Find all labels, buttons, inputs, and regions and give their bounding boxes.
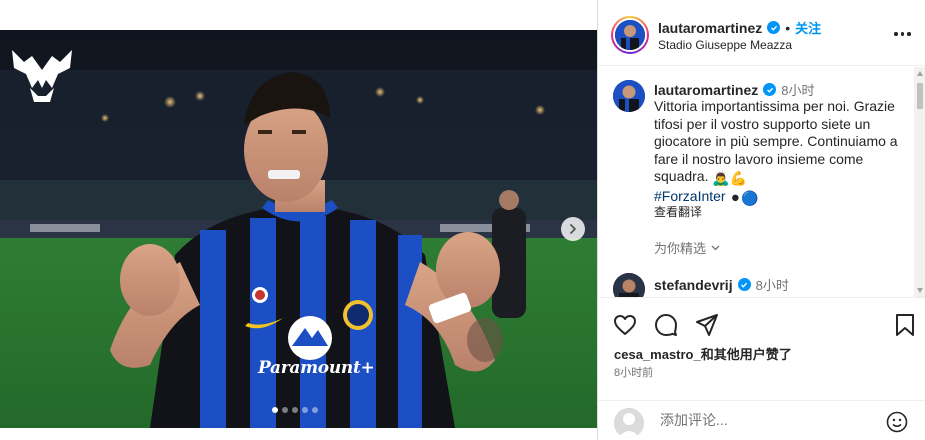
separator-dot: •	[785, 19, 791, 36]
avatar-image	[615, 20, 645, 50]
for-you-toggle[interactable]: 为你精选	[654, 238, 721, 257]
author-username[interactable]: lautaromartinez	[658, 20, 762, 36]
translate-button[interactable]: 查看翻译	[654, 203, 702, 220]
carousel-dot	[282, 407, 288, 413]
current-user-avatar	[614, 408, 644, 438]
comment-time: 8小时	[755, 278, 789, 293]
verified-badge-icon	[763, 83, 777, 96]
hashtag-link[interactable]: #ForzaInter	[654, 188, 726, 204]
follow-button[interactable]: 关注	[795, 18, 821, 37]
author-avatar-ring[interactable]	[611, 16, 649, 54]
author-avatar	[613, 18, 647, 52]
chevron-down-icon	[711, 245, 720, 251]
caption-time: 8小时	[781, 83, 815, 98]
caption-header: lautaromartinez 8小时	[654, 80, 814, 99]
comments-section[interactable]: lautaromartinez 8小时 Vittoria importantis…	[598, 67, 925, 297]
location-link[interactable]: Stadio Giuseppe Meazza	[658, 38, 792, 52]
caption-author-avatar[interactable]	[613, 80, 645, 112]
caption-username[interactable]: lautaromartinez	[654, 82, 758, 98]
chevron-right-icon	[570, 224, 576, 234]
share-send-icon[interactable]	[694, 312, 720, 338]
verified-badge-icon	[737, 278, 751, 291]
sponsor-text: Paramount+	[258, 358, 375, 378]
for-you-label: 为你精选	[654, 241, 707, 256]
post-timestamp: 8小时前	[614, 367, 654, 379]
post-image[interactable]: Paramount+	[0, 30, 597, 428]
comment-input[interactable]	[660, 409, 870, 431]
caption-text-block: Vittoria importantissima per noi. Grazie…	[654, 98, 904, 207]
emoji-picker-icon[interactable]	[886, 411, 908, 433]
more-options-icon[interactable]	[894, 26, 914, 42]
post-actions: cesa_mastro_和其他用户赞了 8小时前	[598, 297, 925, 412]
scroll-thumb[interactable]	[917, 83, 923, 109]
commenter-username[interactable]: stefandevrij	[654, 277, 733, 293]
media-top-margin	[0, 0, 597, 30]
avatar-image	[613, 273, 645, 297]
carousel-indicator	[272, 407, 318, 413]
header-user-row: lautaromartinez • 关注	[658, 18, 821, 37]
brand-logo	[12, 50, 72, 102]
hashtag-emojis: ⚫🔵	[729, 189, 759, 206]
bookmark-save-icon[interactable]	[892, 312, 918, 338]
likes-summary: cesa_mastro_和其他用户赞了	[614, 344, 792, 363]
add-comment-bar	[598, 400, 925, 440]
scroll-down-arrow-icon[interactable]	[917, 288, 923, 293]
commenter-avatar[interactable]	[613, 273, 645, 297]
media-bottom-margin	[0, 428, 597, 440]
carousel-dot	[312, 407, 318, 413]
caption-emojis: 🙇‍♂️💪	[712, 170, 748, 186]
like-heart-icon[interactable]	[612, 312, 638, 338]
caption-text: Vittoria importantissima per noi. Grazie…	[654, 98, 898, 184]
carousel-dot-active	[272, 407, 278, 413]
verified-badge-icon	[767, 21, 781, 34]
liked-by-others-link[interactable]: 和其他用户赞了	[701, 347, 792, 362]
default-avatar-icon	[614, 408, 644, 438]
post-header: lautaromartinez • 关注 Stadio Giuseppe Mea…	[598, 4, 925, 66]
scroll-up-arrow-icon[interactable]	[917, 71, 923, 76]
comments-scrollbar[interactable]	[914, 67, 925, 297]
comment-header: stefandevrij 8小时	[654, 275, 789, 294]
carousel-dot	[302, 407, 308, 413]
post-side-panel: lautaromartinez • 关注 Stadio Giuseppe Mea…	[597, 0, 925, 440]
avatar-image	[613, 80, 645, 112]
next-slide-button[interactable]	[561, 217, 585, 241]
carousel-dot	[292, 407, 298, 413]
liked-by-user-link[interactable]: cesa_mastro_	[614, 347, 701, 362]
comment-bubble-icon[interactable]	[653, 312, 679, 338]
